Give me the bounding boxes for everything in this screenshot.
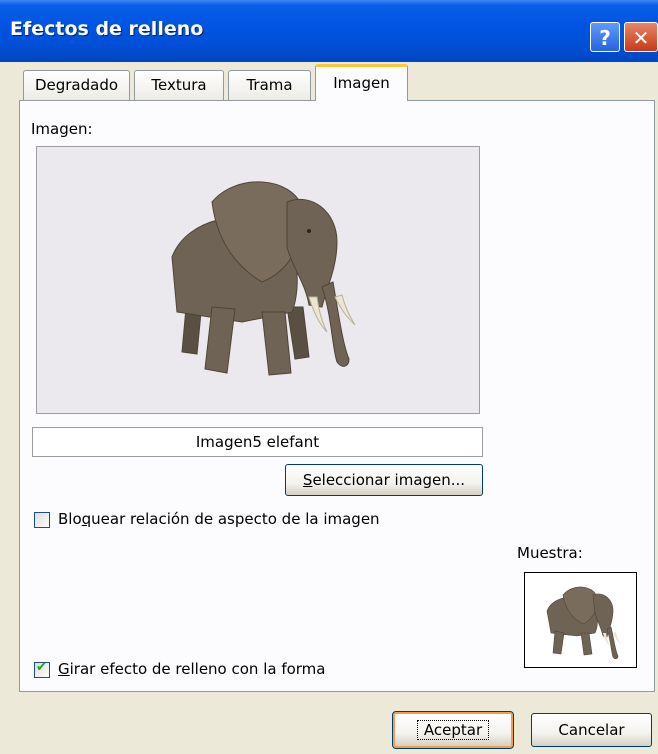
- cancel-button[interactable]: Cancelar: [531, 713, 652, 747]
- image-name-text: Imagen5 elefant: [195, 433, 320, 451]
- tab-label: Imagen: [333, 74, 390, 92]
- image-label: Imagen:: [31, 120, 93, 138]
- select-image-rest: eleccionar imagen...: [312, 471, 466, 489]
- cancel-button-label: Cancelar: [558, 721, 625, 739]
- lock-aspect-rest: uear relación de aspecto de la imagen: [91, 510, 380, 528]
- elephant-image-icon: [171, 181, 356, 376]
- lock-aspect-checkbox[interactable]: [34, 512, 50, 528]
- window-title: Efectos de relleno: [10, 18, 204, 40]
- lock-aspect-prefix: Blo: [58, 510, 82, 528]
- rotate-fill-mnemonic: G: [58, 660, 70, 678]
- ok-button[interactable]: Aceptar: [392, 711, 514, 749]
- tab-label: Textura: [151, 76, 207, 94]
- elephant-thumbnail-icon: [546, 586, 621, 660]
- tab-degradado[interactable]: Degradado: [23, 70, 130, 100]
- tab-trama[interactable]: Trama: [228, 70, 311, 100]
- image-name-field: Imagen5 elefant: [32, 427, 483, 457]
- sample-preview: [524, 572, 637, 668]
- rotate-fill-label[interactable]: Girar efecto de relleno con la forma: [58, 660, 326, 678]
- tab-label: Degradado: [34, 76, 119, 94]
- help-icon: ?: [599, 26, 611, 50]
- sample-label: Muestra:: [517, 544, 583, 562]
- tab-label: Trama: [246, 76, 293, 94]
- close-button[interactable]: ✕: [624, 22, 658, 52]
- select-image-mnemonic: S: [302, 471, 313, 489]
- close-icon: ✕: [632, 26, 650, 50]
- select-image-button[interactable]: Seleccionar imagen...: [285, 464, 483, 496]
- ok-button-label: Aceptar: [416, 720, 490, 740]
- tab-panel-imagen: Imagen: Imagen5 elefant Seleccionar imag…: [19, 100, 655, 692]
- help-button[interactable]: ?: [590, 22, 620, 52]
- title-bar: Efectos de relleno ? ✕: [0, 0, 658, 62]
- tab-textura[interactable]: Textura: [134, 70, 224, 100]
- lock-aspect-label[interactable]: Bloquear relación de aspecto de la image…: [58, 510, 380, 528]
- checkmark-icon: ✔: [36, 660, 47, 675]
- image-preview: [36, 146, 480, 414]
- rotate-fill-rest: irar efecto de relleno con la forma: [69, 660, 326, 678]
- tab-imagen[interactable]: Imagen: [315, 64, 408, 101]
- rotate-fill-checkbox[interactable]: ✔: [34, 660, 50, 678]
- lock-aspect-mnemonic: q: [81, 510, 92, 528]
